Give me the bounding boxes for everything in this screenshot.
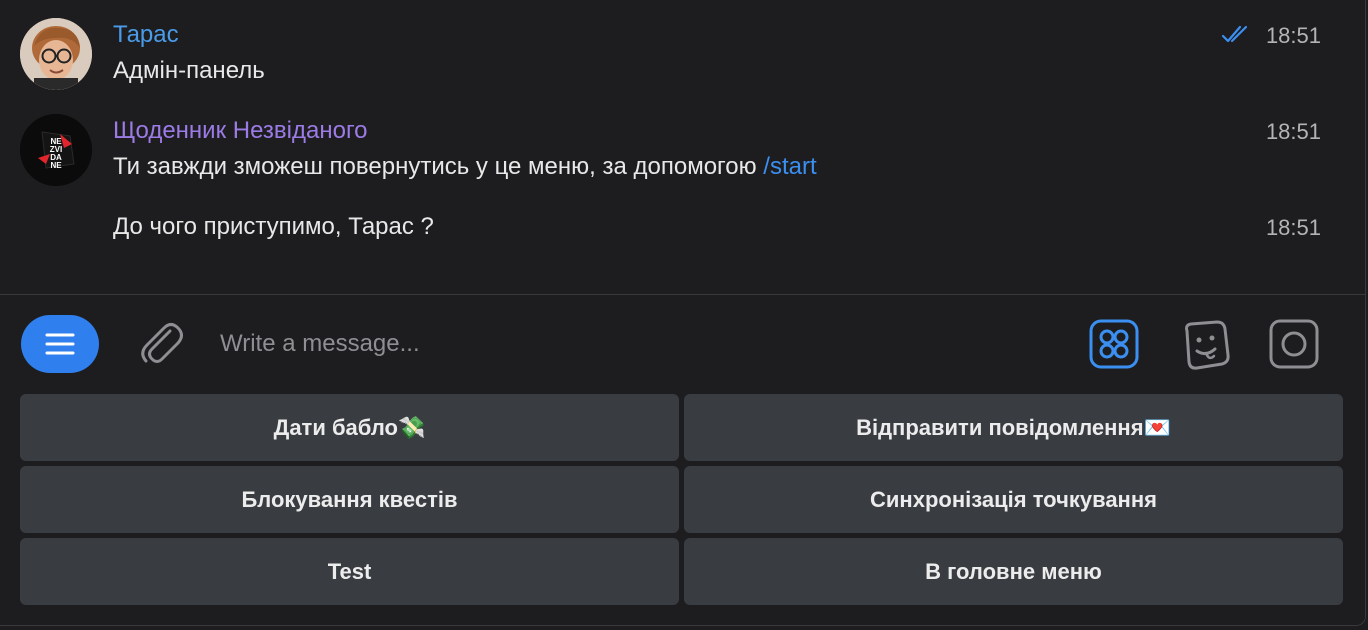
bot-menu-button[interactable] <box>21 315 99 373</box>
keyboard-button-label: В головне меню <box>925 558 1102 584</box>
message-list[interactable]: Тарас Адмін-панель 18:51 NE ZVI DA NE Що… <box>0 0 1365 294</box>
sender-name-text: Щоденник Незвіданого <box>113 117 368 144</box>
avatar-bot[interactable]: NE ZVI DA NE <box>20 114 92 186</box>
message-text: Ти завжди зможеш повернутись у це меню, … <box>113 153 817 181</box>
keyboard-button-label: Дати бабло💸 <box>273 414 426 440</box>
keyboard-button-label: Блокування квестів <box>241 486 458 512</box>
message-text-part: Ти завжди зможеш повернутись у це меню, … <box>113 153 764 180</box>
double-check-icon <box>1221 25 1248 43</box>
paperclip-icon <box>141 323 183 363</box>
sender-name-text: Тарас <box>113 21 179 48</box>
bot-apps-button[interactable] <box>1089 319 1139 369</box>
keyboard-button-sync-points[interactable]: Синхронізація точкування <box>684 466 1343 533</box>
avatar-logo-text-4: NE <box>50 161 62 170</box>
attach-button[interactable] <box>136 317 184 374</box>
sticker-button[interactable] <box>1179 319 1230 370</box>
composer-area: Дати бабло💸 Відправити повідомлення💌 Бло… <box>0 295 1365 625</box>
menu-icon <box>45 333 75 355</box>
message-text: Адмін-панель <box>113 57 265 84</box>
message-input[interactable] <box>220 327 1040 361</box>
keyboard-button-label: Test <box>327 558 372 584</box>
nezvidane-logo-icon: NE ZVI DA NE <box>20 114 92 186</box>
start-command-link[interactable]: /start <box>763 153 816 180</box>
sticker-icon <box>1185 320 1230 370</box>
video-message-button[interactable] <box>1269 319 1319 369</box>
keyboard-button-test[interactable]: Test <box>20 538 679 605</box>
keyboard-button-send-message[interactable]: Відправити повідомлення💌 <box>684 394 1343 461</box>
keyboard-button-label: Відправити повідомлення💌 <box>856 414 1171 440</box>
keyboard-button-give-money[interactable]: Дати бабло💸 <box>20 394 679 461</box>
bot-apps-icon <box>1089 319 1139 369</box>
message-time: 18:51 <box>1265 119 1321 144</box>
avatar-taras-image <box>20 18 92 90</box>
keyboard-button-label: Синхронізація точкування <box>870 486 1157 512</box>
chat-window: Тарас Адмін-панель 18:51 NE ZVI DA NE Що… <box>0 0 1366 626</box>
camera-record-icon <box>1269 319 1319 369</box>
keyboard-button-main-menu[interactable]: В головне меню <box>684 538 1343 605</box>
avatar-taras[interactable] <box>20 18 92 90</box>
message-sender-name[interactable]: Щоденник Незвіданого <box>113 117 368 145</box>
message-time: 18:51 <box>1265 23 1321 48</box>
message-sender-name[interactable]: Тарас <box>113 21 179 49</box>
keyboard-button-block-quests[interactable]: Блокування квестів <box>20 466 679 533</box>
message-time: 18:51 <box>1265 215 1321 240</box>
message-text: До чого приступимо, Тарас ? <box>113 213 434 240</box>
